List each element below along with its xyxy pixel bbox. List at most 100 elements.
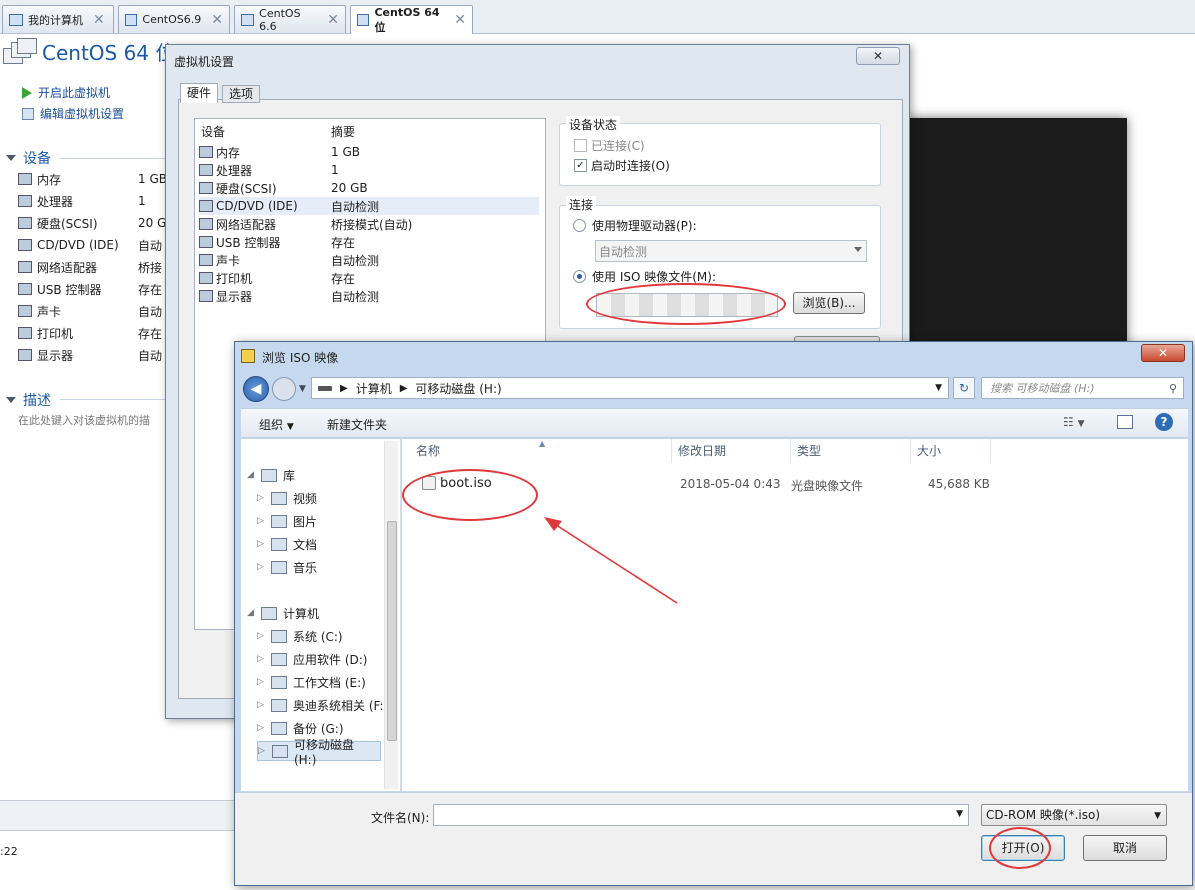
device-row[interactable]: USB 控制器 存在 (18, 278, 168, 300)
tab-hardware[interactable]: 硬件 (180, 83, 218, 103)
tab-options[interactable]: 选项 (222, 85, 260, 103)
hardware-row[interactable]: 处理器 1 (199, 161, 539, 179)
scrollbar-thumb[interactable] (387, 521, 397, 741)
device-row[interactable]: 硬盘(SCSI) 20 G (18, 212, 168, 234)
chevron-down-icon[interactable]: ▼ (935, 383, 942, 393)
address-bar[interactable]: ▶ 计算机 ▶ 可移动磁盘 (H:) ▼ (311, 377, 949, 399)
edit-settings-link[interactable]: 编辑虚拟机设置 (22, 105, 124, 122)
hardware-row[interactable]: USB 控制器 存在 (199, 233, 539, 251)
expand-icon[interactable]: ▷ (257, 562, 267, 572)
nav-tree-item[interactable]: ▷ 可移动磁盘 (H:) (257, 738, 381, 767)
network-icon (18, 261, 32, 273)
nav-scrollbar[interactable] (384, 441, 398, 789)
nav-tree-item[interactable]: ◢ 库 (247, 465, 295, 485)
nav-tree-label: 系统 (C:) (293, 629, 343, 644)
tab-centos69[interactable]: CentOS6.9 ✕ (118, 5, 230, 33)
chevron-down-icon[interactable]: ▼ (299, 384, 306, 394)
nav-tree-item[interactable]: ▷ 文档 (257, 534, 317, 554)
col-type[interactable]: 类型 (791, 439, 911, 463)
expand-icon[interactable]: ▷ (258, 746, 268, 756)
tab-my-computer[interactable]: 我的计算机 ✕ (2, 5, 114, 33)
expand-icon[interactable]: ◢ (247, 470, 257, 480)
expand-icon[interactable]: ▷ (257, 700, 267, 710)
expand-icon[interactable]: ▷ (257, 723, 267, 733)
device-row[interactable]: 网络适配器 桥接 (18, 256, 168, 278)
file-list: 名称 修改日期 类型 大小 ▲ boot.iso 2018-05-04 0:43… (402, 439, 1188, 791)
hardware-row[interactable]: 硬盘(SCSI) 20 GB (199, 179, 539, 197)
chevron-down-icon[interactable]: ▼ (956, 809, 963, 819)
view-options-icon[interactable]: ☷ ▼ (1063, 415, 1085, 429)
browse-button[interactable]: 浏览(B)... (793, 292, 865, 314)
nav-tree-label: 音乐 (293, 560, 318, 575)
tab-centos66[interactable]: CentOS 6.6 ✕ (234, 5, 346, 33)
help-icon[interactable]: ? (1155, 413, 1173, 431)
device-row[interactable]: 声卡 自动 (18, 300, 168, 322)
close-icon[interactable]: ✕ (93, 12, 105, 28)
nav-tree-item[interactable]: ▷ 工作文档 (E:) (257, 672, 366, 692)
hardware-row[interactable]: 显示器 自动检测 (199, 287, 539, 305)
filter-select[interactable]: CD-ROM 映像(*.iso) ▼ (981, 804, 1167, 826)
navigation-pane: ◢ 库 ▷ 视频 ▷ 图片 ▷ 文档 ▷ 音乐 ◢ 计算机 ▷ 系统 (C:) ▷ 应用软件 (D:) ▷ 工作文… (241, 439, 401, 791)
hardware-row[interactable]: 内存 1 GB (199, 143, 539, 161)
forward-button[interactable] (272, 377, 296, 401)
close-icon[interactable]: ✕ (327, 12, 339, 28)
nav-tree-item[interactable]: ▷ 图片 (257, 511, 317, 531)
hardware-row[interactable]: 声卡 自动检测 (199, 251, 539, 269)
hardware-row[interactable]: 网络适配器 桥接模式(自动) (199, 215, 539, 233)
organize-button[interactable]: 组织 ▼ (259, 416, 294, 433)
hardware-row[interactable]: CD/DVD (IDE) 自动检测 (199, 197, 539, 215)
expand-icon[interactable]: ▷ (257, 493, 267, 503)
connect-at-power-on-checkbox[interactable]: ✓ 启动时连接(O) (574, 157, 670, 174)
expand-icon[interactable]: ▷ (257, 539, 267, 549)
device-row[interactable]: 显示器 自动 (18, 344, 168, 366)
tab-centos64[interactable]: CentOS 64 位 ✕ (350, 5, 473, 34)
physical-drive-select[interactable]: 自动检测 (595, 240, 867, 262)
devices-header[interactable]: 设备 (6, 148, 51, 168)
nav-tree-item[interactable]: ◢ 计算机 (247, 603, 319, 623)
refresh-icon[interactable]: ↻ (953, 377, 975, 399)
nav-tree-item[interactable]: ▷ 奥迪系统相关 (F: (257, 695, 384, 715)
nav-tree-item[interactable]: ▷ 应用软件 (D:) (257, 649, 367, 669)
expand-icon[interactable]: ▷ (257, 516, 267, 526)
drive-icon (271, 721, 287, 735)
usb-icon (199, 236, 213, 248)
description-placeholder[interactable]: 在此处键入对该虚拟机的描 (18, 412, 150, 428)
expand-icon[interactable]: ▷ (257, 654, 267, 664)
expand-icon[interactable]: ◢ (247, 608, 257, 618)
device-row[interactable]: CD/DVD (IDE) 自动 (18, 234, 168, 256)
close-button[interactable]: ✕ (856, 47, 900, 65)
breadcrumb-drive[interactable]: 可移动磁盘 (H:) (415, 380, 501, 397)
col-device: 设备 (201, 125, 226, 139)
cancel-button[interactable]: 取消 (1083, 835, 1167, 861)
hardware-row[interactable]: 打印机 存在 (199, 269, 539, 287)
back-button[interactable]: ◀ (243, 376, 269, 402)
nav-tree-item[interactable]: ▷ 音乐 (257, 557, 317, 577)
close-icon[interactable]: ✕ (454, 12, 466, 28)
connected-checkbox[interactable]: 已连接(C) (574, 137, 645, 154)
col-modified[interactable]: 修改日期 (672, 439, 791, 463)
search-icon[interactable]: ⚲ (1169, 382, 1177, 395)
breadcrumb-computer[interactable]: 计算机 (356, 380, 392, 397)
tab-label: CentOS 6.6 (259, 6, 301, 33)
search-input[interactable]: 搜索 可移动磁盘 (H:) ⚲ (981, 377, 1184, 399)
col-size[interactable]: 大小 (911, 439, 991, 463)
expand-icon[interactable]: ▷ (257, 631, 267, 641)
close-icon[interactable]: ✕ (211, 12, 223, 28)
device-row[interactable]: 打印机 存在 (18, 322, 168, 344)
power-on-link[interactable]: 开启此虚拟机 (22, 84, 110, 101)
device-row[interactable]: 内存 1 GB (18, 168, 168, 190)
vm-title: CentOS 64 位 (42, 41, 176, 65)
expand-icon[interactable]: ▷ (257, 677, 267, 687)
hardware-name: USB 控制器 (216, 235, 281, 250)
use-physical-radio[interactable]: 使用物理驱动器(P): (573, 217, 697, 234)
filename-input[interactable]: ▼ (433, 804, 969, 826)
new-folder-button[interactable]: 新建文件夹 (327, 416, 387, 433)
preview-pane-icon[interactable] (1117, 415, 1133, 429)
description-header[interactable]: 描述 (6, 390, 51, 410)
nav-tree-item[interactable]: ▷ 系统 (C:) (257, 626, 343, 646)
device-row[interactable]: 处理器 1 (18, 190, 168, 212)
nav-tree-item[interactable]: ▷ 视频 (257, 488, 317, 508)
hardware-summary: 存在 (331, 235, 356, 250)
harddisk-icon (18, 217, 32, 229)
close-button[interactable]: ✕ (1141, 344, 1185, 362)
